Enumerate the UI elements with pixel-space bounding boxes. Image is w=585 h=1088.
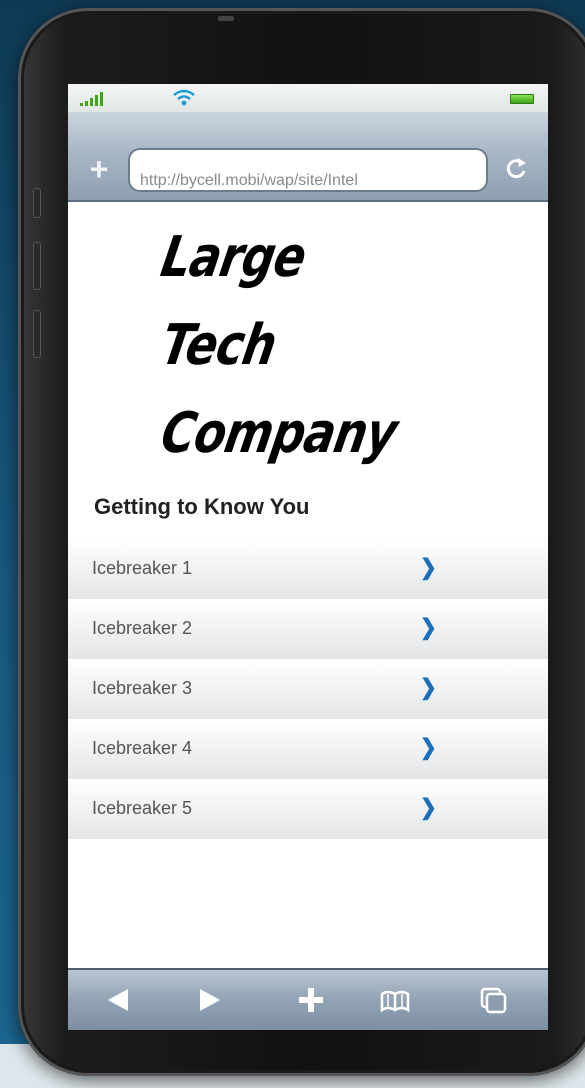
- list-item-icebreaker-3[interactable]: Icebreaker 3 ❯: [68, 659, 548, 719]
- volume-up-button: [33, 242, 41, 290]
- power-button: [218, 16, 234, 21]
- battery-icon: [510, 94, 534, 104]
- list-item-icebreaker-5[interactable]: Icebreaker 5 ❯: [68, 779, 548, 839]
- list-item-label: Icebreaker 1: [92, 558, 193, 578]
- company-logo: Large Tech Company: [156, 214, 462, 478]
- logo-line: Large: [156, 225, 311, 290]
- status-bar: [68, 84, 548, 112]
- icebreaker-list: Icebreaker 1 ❯ Icebreaker 2 ❯ Icebreaker…: [68, 539, 548, 839]
- wifi-icon: [173, 89, 195, 106]
- chevron-right-icon: ❯: [420, 795, 437, 821]
- signal-icon: [80, 92, 103, 106]
- chevron-right-icon: ❯: [420, 675, 437, 701]
- logo-line: Tech: [156, 313, 282, 378]
- forward-arrow-icon[interactable]: [192, 984, 226, 1016]
- url-input[interactable]: http://bycell.mobi/wap/site/Intel: [128, 148, 488, 192]
- browser-toolbar: [68, 968, 548, 1030]
- list-item-label: Icebreaker 3: [92, 678, 193, 698]
- section-title: Getting to Know You: [94, 494, 310, 519]
- add-icon[interactable]: [294, 984, 328, 1016]
- chevron-right-icon: ❯: [420, 735, 437, 761]
- volume-down-button: [33, 310, 41, 358]
- tabs-icon[interactable]: [476, 984, 510, 1016]
- plus-icon[interactable]: +: [86, 153, 112, 185]
- list-item-label: Icebreaker 2: [92, 618, 193, 638]
- reload-icon[interactable]: [502, 154, 532, 184]
- chevron-right-icon: ❯: [420, 555, 437, 581]
- mute-switch: [33, 188, 41, 218]
- list-item-icebreaker-2[interactable]: Icebreaker 2 ❯: [68, 599, 548, 659]
- phone-screen: + http://bycell.mobi/wap/site/Intel Larg…: [68, 84, 548, 1030]
- list-item-label: Icebreaker 4: [92, 738, 193, 758]
- list-item-icebreaker-4[interactable]: Icebreaker 4 ❯: [68, 719, 548, 779]
- list-item-label: Icebreaker 5: [92, 798, 193, 818]
- url-text: http://bycell.mobi/wap/site/Intel: [140, 172, 358, 189]
- browser-url-bar: + http://bycell.mobi/wap/site/Intel: [68, 112, 548, 202]
- logo-line: Company: [156, 401, 402, 466]
- chevron-right-icon: ❯: [420, 615, 437, 641]
- list-item-icebreaker-1[interactable]: Icebreaker 1 ❯: [68, 539, 548, 599]
- bookmarks-icon[interactable]: [378, 984, 412, 1016]
- back-arrow-icon[interactable]: [102, 984, 136, 1016]
